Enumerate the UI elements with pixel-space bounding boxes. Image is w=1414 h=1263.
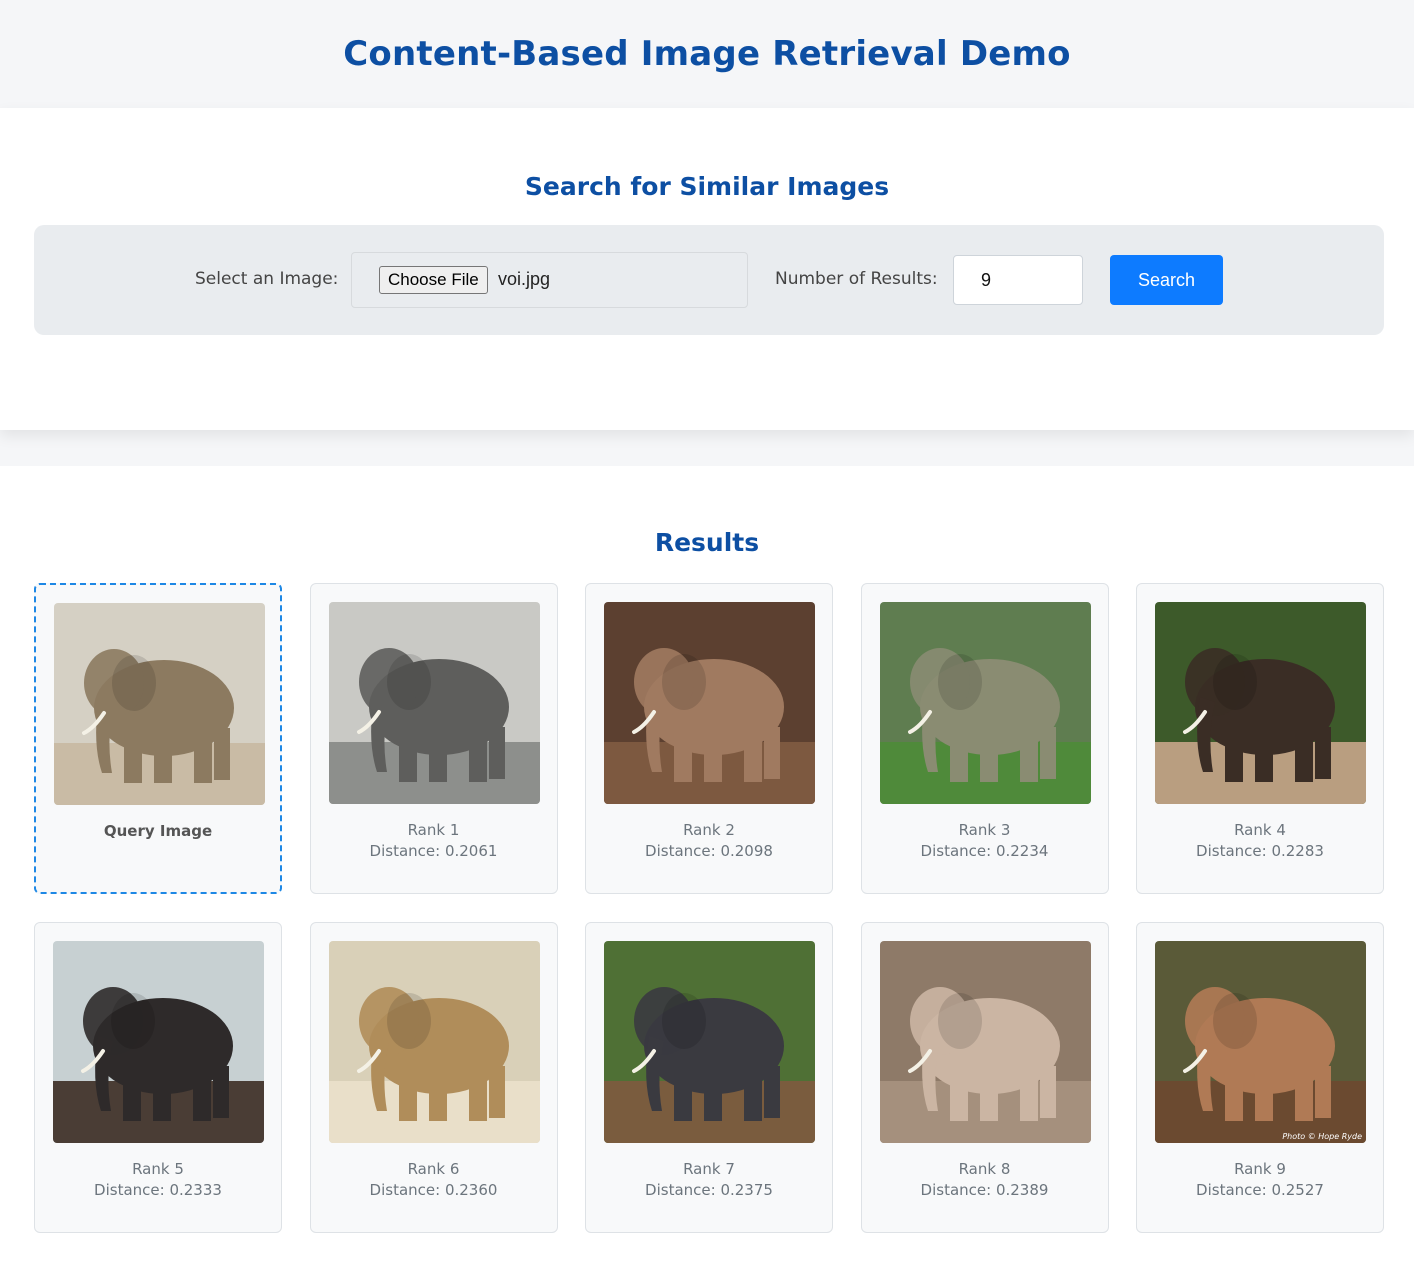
result-distance: Distance: 0.2375	[645, 1181, 773, 1199]
result-distance: Distance: 0.2389	[920, 1181, 1049, 1199]
results-heading: Results	[654, 528, 760, 557]
result-card[interactable]: Rank 6 Distance: 0.2360	[309, 922, 558, 1233]
result-caption: Rank 1 Distance: 0.2061	[311, 820, 557, 862]
result-image[interactable]	[328, 941, 540, 1143]
query-image	[54, 603, 265, 805]
results-panel: Results Query Image Rank 1 Distance: 0.20…	[0, 466, 1414, 1263]
selected-file-name: voi.jpg	[498, 269, 551, 289]
select-image-label: Select an Image:	[195, 269, 339, 289]
result-image[interactable]	[604, 941, 815, 1143]
result-distance: Distance: 0.2527	[1196, 1181, 1324, 1199]
search-button[interactable]: Search	[1110, 255, 1223, 305]
result-caption: Rank 5 Distance: 0.2333	[35, 1159, 281, 1201]
result-rank: Rank 2	[683, 821, 735, 839]
result-rank: Rank 5	[132, 1160, 184, 1178]
result-distance: Distance: 0.2061	[369, 842, 498, 860]
result-rank: Rank 8	[958, 1160, 1011, 1178]
result-card[interactable]: Rank 3 Distance: 0.2234	[860, 583, 1109, 894]
result-caption: Rank 7 Distance: 0.2375	[586, 1159, 832, 1201]
result-card[interactable]: Rank 1 Distance: 0.2061	[309, 583, 558, 894]
result-image[interactable]	[604, 602, 815, 804]
result-caption: Rank 8 Distance: 0.2389	[862, 1159, 1108, 1201]
svg-text:Photo © Hope Ryde: Photo © Hope Ryde	[1282, 1132, 1362, 1141]
result-card[interactable]: Rank 2 Distance: 0.2098	[585, 583, 833, 894]
query-image-label: Query Image	[103, 822, 213, 840]
number-of-results-label: Number of Results:	[775, 269, 938, 289]
results-grid: Query Image Rank 1 Distance: 0.2061 Rank 2…	[34, 583, 1384, 1233]
result-distance: Distance: 0.2283	[1196, 842, 1324, 860]
result-distance: Distance: 0.2234	[920, 842, 1049, 860]
result-card[interactable]: Rank 4 Distance: 0.2283	[1136, 583, 1384, 894]
result-caption: Rank 9 Distance: 0.2527	[1137, 1159, 1383, 1201]
page-title: Content-Based Image Retrieval Demo	[343, 34, 1071, 74]
result-rank: Rank 3	[958, 821, 1011, 839]
result-card[interactable]: Rank 7 Distance: 0.2375	[585, 922, 833, 1233]
result-card[interactable]: Rank 5 Distance: 0.2333	[34, 922, 282, 1233]
result-distance: Distance: 0.2333	[94, 1181, 222, 1199]
result-image[interactable]	[53, 941, 264, 1143]
result-distance: Distance: 0.2360	[369, 1181, 498, 1199]
result-card[interactable]: Photo © Hope Ryde Rank 9 Distance: 0.2527	[1136, 922, 1384, 1233]
result-image[interactable]	[879, 941, 1091, 1143]
choose-file-button[interactable]: Choose File	[379, 266, 488, 294]
result-image[interactable]	[328, 602, 540, 804]
search-heading: Search for Similar Images	[524, 172, 890, 201]
result-rank: Rank 1	[407, 821, 460, 839]
result-caption: Rank 2 Distance: 0.2098	[586, 820, 832, 862]
page-header: Content-Based Image Retrieval Demo	[0, 0, 1414, 108]
result-distance: Distance: 0.2098	[645, 842, 773, 860]
result-caption: Rank 3 Distance: 0.2234	[862, 820, 1108, 862]
file-input[interactable]: Choose File voi.jpg	[351, 252, 748, 308]
result-caption: Rank 6 Distance: 0.2360	[311, 1159, 557, 1201]
result-image[interactable]	[1155, 602, 1366, 804]
query-image-card: Query Image	[34, 583, 282, 894]
result-rank: Rank 7	[683, 1160, 735, 1178]
result-rank: Rank 9	[1234, 1160, 1286, 1178]
number-of-results-input[interactable]: 9	[953, 255, 1083, 305]
result-image[interactable]: Photo © Hope Ryde	[1155, 941, 1366, 1143]
search-panel: Search for Similar Images Select an Imag…	[0, 108, 1414, 430]
result-rank: Rank 6	[407, 1160, 460, 1178]
result-caption: Rank 4 Distance: 0.2283	[1137, 820, 1383, 862]
search-form: Select an Image: Choose File voi.jpg Num…	[34, 225, 1384, 335]
result-rank: Rank 4	[1234, 821, 1286, 839]
result-image[interactable]	[879, 602, 1091, 804]
result-card[interactable]: Rank 8 Distance: 0.2389	[860, 922, 1109, 1233]
